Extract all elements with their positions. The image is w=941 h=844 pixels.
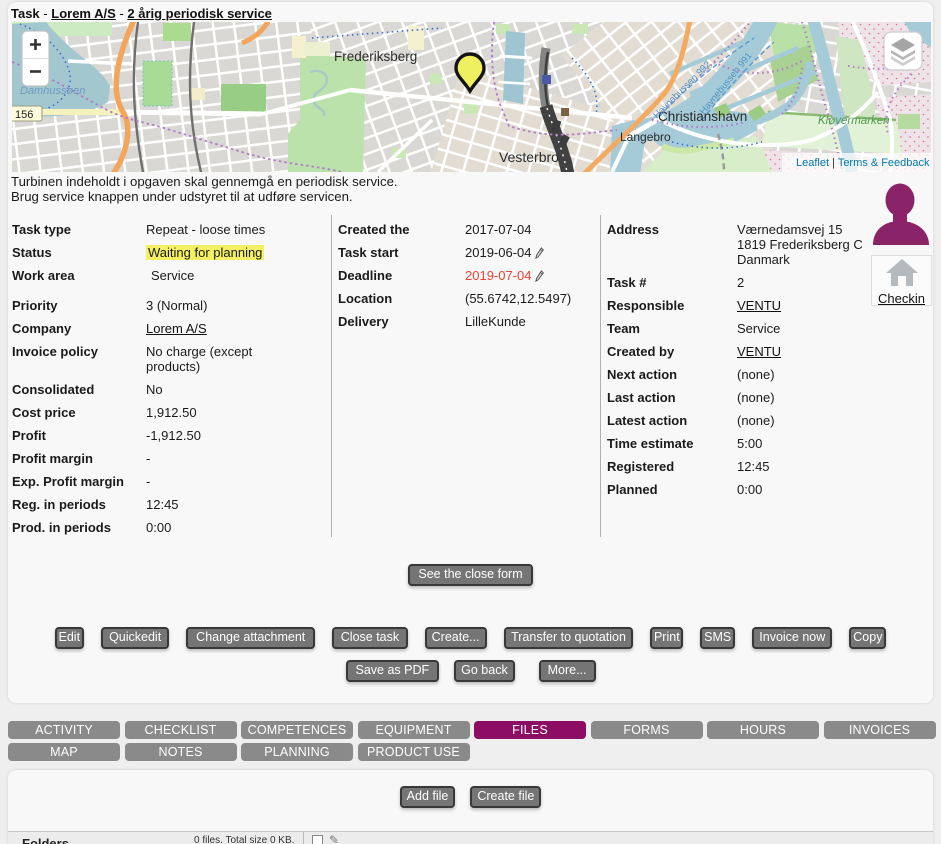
svg-text:Frederiksberg: Frederiksberg xyxy=(334,49,417,64)
svg-text:Langebro: Langebro xyxy=(620,130,671,144)
svg-text:156: 156 xyxy=(15,109,33,121)
svg-text:Vesterbro: Vesterbro xyxy=(499,149,559,165)
svg-text:Damhussøen: Damhussøen xyxy=(20,85,85,97)
svg-text:Leaflet | Terms & Feedback: Leaflet | Terms & Feedback xyxy=(796,157,930,169)
svg-text:Kløvermarken: Kløvermarken xyxy=(818,115,890,127)
